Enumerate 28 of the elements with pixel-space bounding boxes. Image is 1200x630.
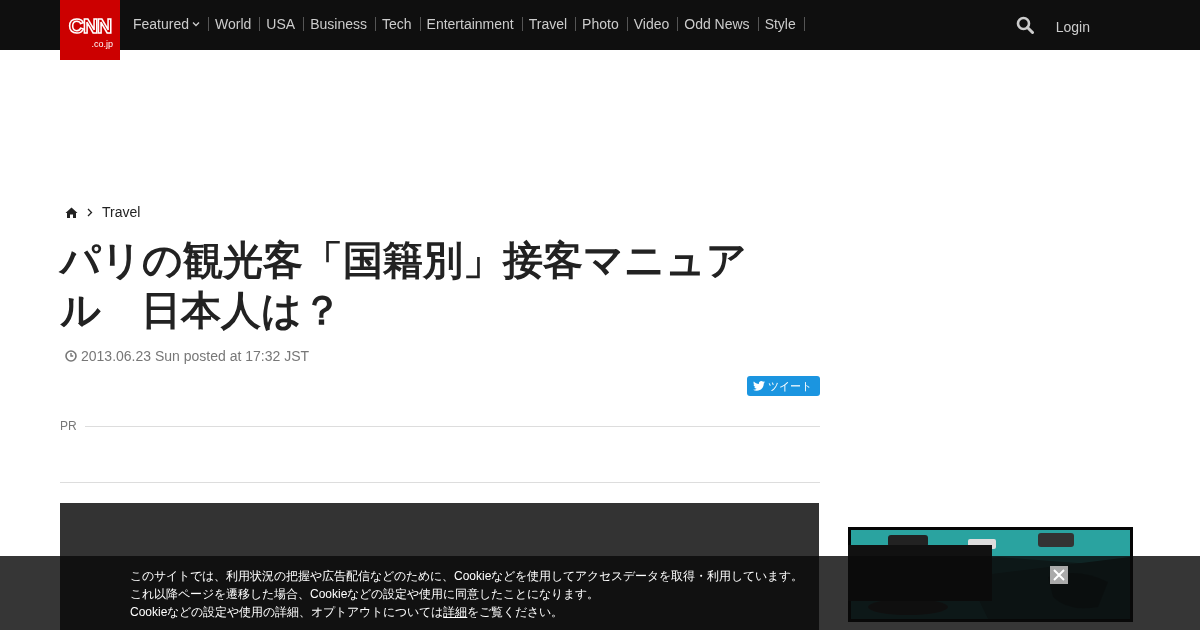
nav-link[interactable]: Video	[627, 17, 679, 31]
notice-text: これ以降ページを遷移した場合、Cookieなどの設定や使用に同意したことになります。	[130, 586, 601, 603]
notice-text: Cookieなどの設定や使用の詳細、オプトアウトについては詳細をご覧ください。	[130, 604, 565, 621]
breadcrumb-link[interactable]: Travel	[102, 204, 141, 220]
nav-link[interactable]: World	[209, 17, 261, 31]
nav-link[interactable]: Photo	[576, 17, 628, 31]
chevron-right-icon	[87, 207, 93, 217]
logo[interactable]: CNN .co.jp	[60, 0, 120, 60]
nav-link[interactable]: Entertainment	[420, 17, 523, 31]
notice-text: このサイトでは、利用状況の把握や広告配信などのために、Cookieなどを使用してアクセスデータを取得・利用しています。	[130, 568, 805, 585]
nav-link[interactable]: Odd News	[678, 17, 759, 31]
nav-link[interactable]: Travel	[522, 17, 577, 31]
pr-label: PR	[60, 419, 77, 433]
nav-link[interactable]: Tech	[375, 17, 421, 31]
post-date: 2013.06.23 Sun posted at 17:32 JST	[81, 348, 310, 364]
bird-icon	[753, 381, 765, 391]
nav-dropdown[interactable]: Featured	[127, 17, 210, 31]
home-icon[interactable]	[65, 206, 78, 218]
chevron-down-icon	[192, 21, 201, 27]
search-icon[interactable]	[1015, 16, 1034, 34]
article-title: パリの観光客「国籍別」接客マニュアル 日本人は？	[60, 237, 748, 334]
nav-link[interactable]: USA	[260, 17, 305, 31]
nav-link[interactable]: Business	[304, 17, 376, 31]
nav-link[interactable]: Style	[758, 17, 805, 31]
close-icon	[1052, 568, 1066, 582]
clock-icon	[65, 350, 77, 362]
details-link[interactable]: 詳細	[443, 605, 468, 619]
login-link[interactable]: Login	[1055, 19, 1090, 35]
